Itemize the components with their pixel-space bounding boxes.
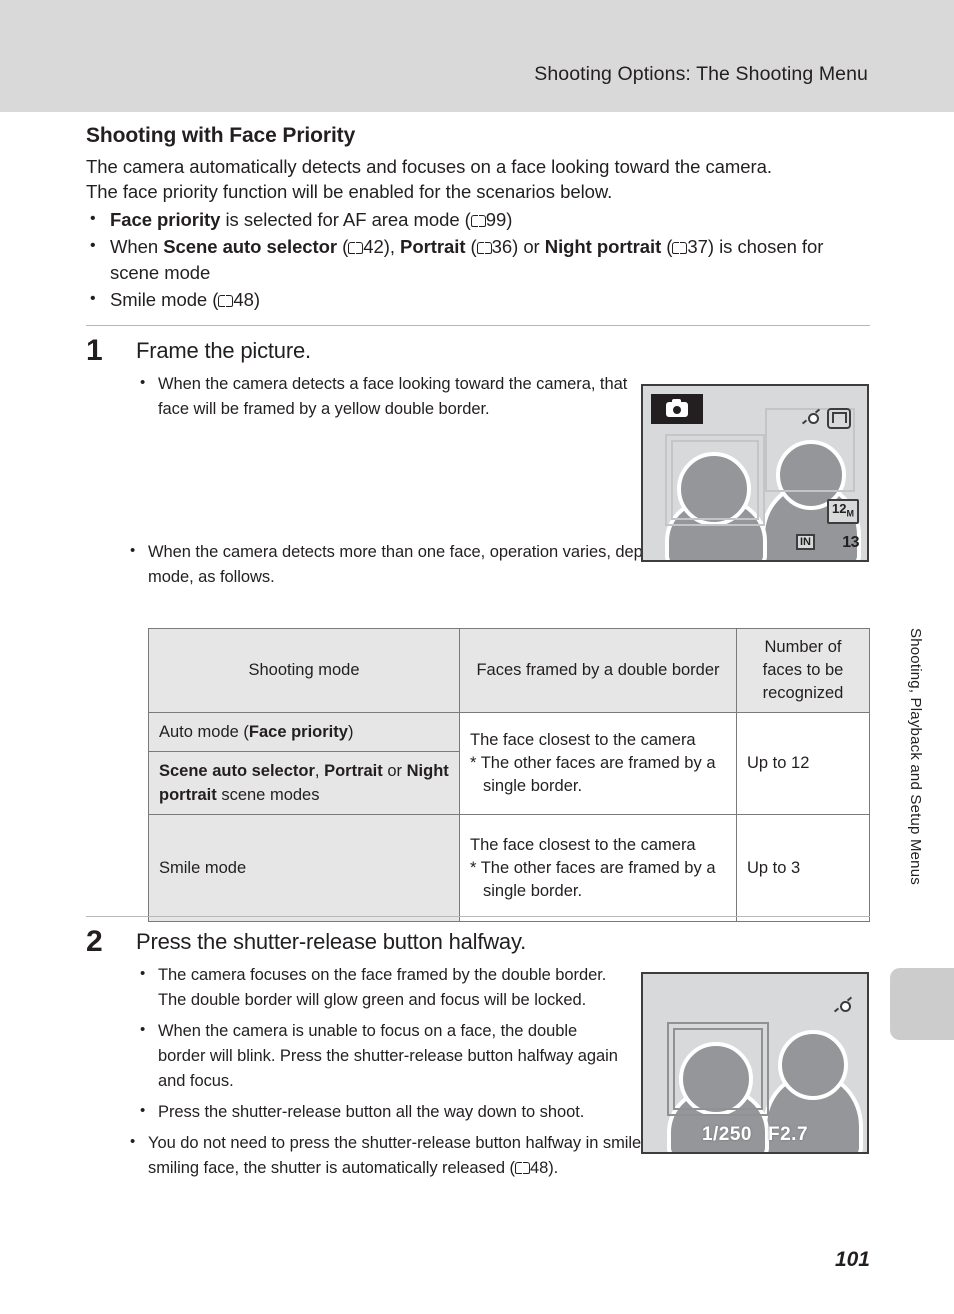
table-cell-mode-smile: Smile mode xyxy=(148,814,460,922)
description-footnote: * The other faces are framed by a single… xyxy=(470,858,716,900)
shutter-speed-value: 1/250 xyxy=(701,1124,752,1145)
table-header-shooting-mode: Shooting mode xyxy=(148,628,460,713)
image-size-unit: M xyxy=(846,509,855,519)
divider-rule-2 xyxy=(86,916,870,917)
divider-rule xyxy=(86,325,870,326)
book-icon xyxy=(476,241,492,254)
auto-mode-badge xyxy=(651,394,703,424)
table-row: Auto mode (Face priority) The face close… xyxy=(148,712,870,815)
exposure-readout: 1/250 F2.7 xyxy=(643,1124,867,1146)
chapter-side-label: Shooting, Playback and Setup Menus xyxy=(907,628,924,885)
table-cell-mode-scene: Scene auto selector, Portrait or Night p… xyxy=(148,751,460,815)
aperture-value: F2.7 xyxy=(768,1124,809,1145)
page-number: 101 xyxy=(834,1248,870,1271)
camera-lcd-preview-step1: 12M IN 13 xyxy=(641,384,869,562)
step-2-bullet-4-suffix: 48). xyxy=(529,1159,559,1177)
book-icon xyxy=(672,241,688,254)
book-icon xyxy=(470,214,486,227)
vibration-reduction-icon xyxy=(827,408,851,429)
chapter-tab-marker xyxy=(890,968,954,1040)
book-icon xyxy=(348,241,364,254)
image-size-badge: 12M xyxy=(827,499,859,524)
table-header-number-of-faces: Number of faces to be recognized xyxy=(736,628,870,713)
internal-memory-badge: IN xyxy=(796,534,815,550)
step-1-title: Frame the picture. xyxy=(136,338,311,363)
camera-icon xyxy=(666,398,688,417)
scenario-bullet-item: Smile mode (48) xyxy=(86,286,870,313)
page-header-band xyxy=(0,0,954,112)
book-icon xyxy=(514,1161,530,1174)
section-intro-line-2: The face priority function will be enabl… xyxy=(86,181,613,202)
step-2-bullet-3: Press the shutter-release button all the… xyxy=(136,1098,628,1125)
table-header-row: Shooting mode Faces framed by a double b… xyxy=(148,628,870,713)
page-header-title: Shooting Options: The Shooting Menu xyxy=(534,63,868,85)
description-line: The face closest to the camera xyxy=(470,835,696,854)
face-detection-icon xyxy=(833,996,853,1013)
face-detection-icon xyxy=(801,408,821,425)
step-2-title: Press the shutter-release button halfway… xyxy=(136,929,527,954)
image-size-value: 12 xyxy=(832,501,847,517)
step-2-bullet-1: The camera focuses on the face framed by… xyxy=(136,961,628,1013)
shots-remaining-count: 13 xyxy=(842,534,859,551)
table-header-faces-framed: Faces framed by a double border xyxy=(459,628,737,713)
table-cell-mode-auto: Auto mode (Face priority) xyxy=(148,712,460,752)
step-1-bullet-1: When the camera detects a face looking t… xyxy=(136,370,628,422)
lcd1-af-frame-double-inner xyxy=(671,440,759,520)
scenario-bullet-list: Face priority is selected for AF area mo… xyxy=(86,206,870,313)
scenario-bullet-item: Face priority is selected for AF area mo… xyxy=(86,206,870,233)
lcd2-head-right xyxy=(778,1030,848,1100)
scenario-bullet-item: When Scene auto selector (42), Portrait … xyxy=(86,233,870,286)
step-1-number: 1 xyxy=(86,334,103,367)
lcd2-af-frame-double-inner xyxy=(673,1028,763,1110)
table-row: Smile mode The face closest to the camer… xyxy=(148,814,870,922)
description-line: The face closest to the camera xyxy=(470,731,696,749)
step-2-bullet-2: When the camera is unable to focus on a … xyxy=(136,1017,628,1094)
table-cell-description-2: The face closest to the camera * The oth… xyxy=(459,814,737,922)
section-intro-line-1: The camera automatically detects and foc… xyxy=(86,156,772,177)
table-cell-description-1: The face closest to the camera * The oth… xyxy=(459,712,737,815)
table-cell-number-1: Up to 12 xyxy=(736,712,870,815)
section-heading: Shooting with Face Priority xyxy=(86,124,356,147)
camera-lcd-preview-step2: 1/250 F2.7 xyxy=(641,972,869,1154)
description-footnote: * The other faces are framed by a single… xyxy=(470,754,716,795)
step-2-number: 2 xyxy=(86,925,103,958)
table-cell-number-2: Up to 3 xyxy=(736,814,870,922)
book-icon xyxy=(218,294,234,307)
shooting-mode-table: Shooting mode Faces framed by a double b… xyxy=(148,628,870,922)
